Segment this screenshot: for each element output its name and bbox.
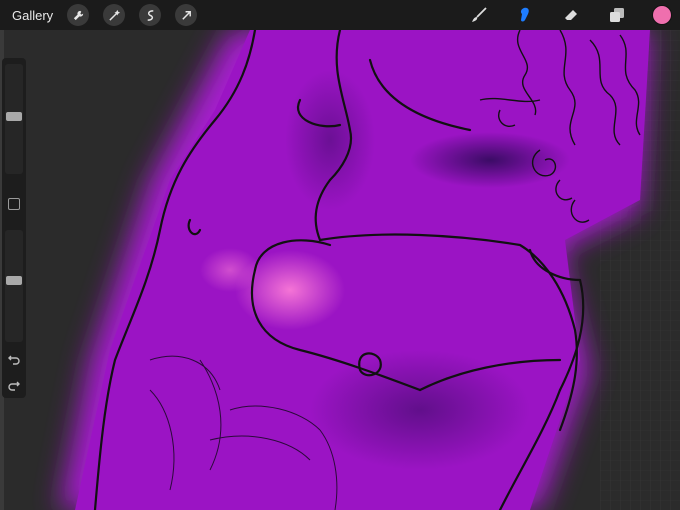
adjustments-button[interactable] — [103, 4, 126, 26]
tool-group — [468, 0, 680, 30]
undo-button[interactable] — [7, 352, 21, 366]
modify-button[interactable] — [8, 198, 20, 210]
drawing-canvas[interactable] — [0, 30, 680, 510]
selection-button[interactable] — [139, 4, 162, 26]
artwork — [0, 30, 680, 510]
neck-shadow — [285, 70, 375, 210]
smudge-icon — [520, 7, 529, 22]
torso-shadow — [310, 350, 530, 470]
magic-wand-icon — [109, 9, 120, 21]
selection-icon — [147, 9, 154, 21]
redo-button[interactable] — [7, 378, 21, 392]
redo-icon — [8, 381, 20, 391]
eraser-icon — [565, 10, 577, 20]
smudge-button[interactable] — [514, 4, 536, 26]
gallery-button[interactable]: Gallery — [12, 8, 53, 23]
brush-size-slider[interactable] — [5, 64, 23, 174]
transform-arrow-icon — [181, 10, 191, 20]
eraser-button[interactable] — [560, 4, 582, 26]
opacity-slider[interactable] — [5, 230, 23, 342]
brush-icon — [472, 7, 487, 22]
left-sidebar — [2, 58, 26, 398]
layers-button[interactable] — [606, 4, 628, 26]
top-toolbar: Gallery — [0, 0, 680, 30]
brush-size-thumb[interactable] — [6, 112, 22, 121]
opacity-thumb[interactable] — [6, 276, 22, 285]
wrench-icon — [73, 10, 83, 20]
undo-icon — [8, 355, 20, 365]
actions-button[interactable] — [67, 4, 90, 26]
color-picker-button[interactable] — [652, 5, 672, 25]
layers-icon — [610, 8, 624, 22]
transform-button[interactable] — [175, 4, 198, 26]
brush-button[interactable] — [468, 4, 490, 26]
shoulder-highlight — [200, 248, 260, 292]
